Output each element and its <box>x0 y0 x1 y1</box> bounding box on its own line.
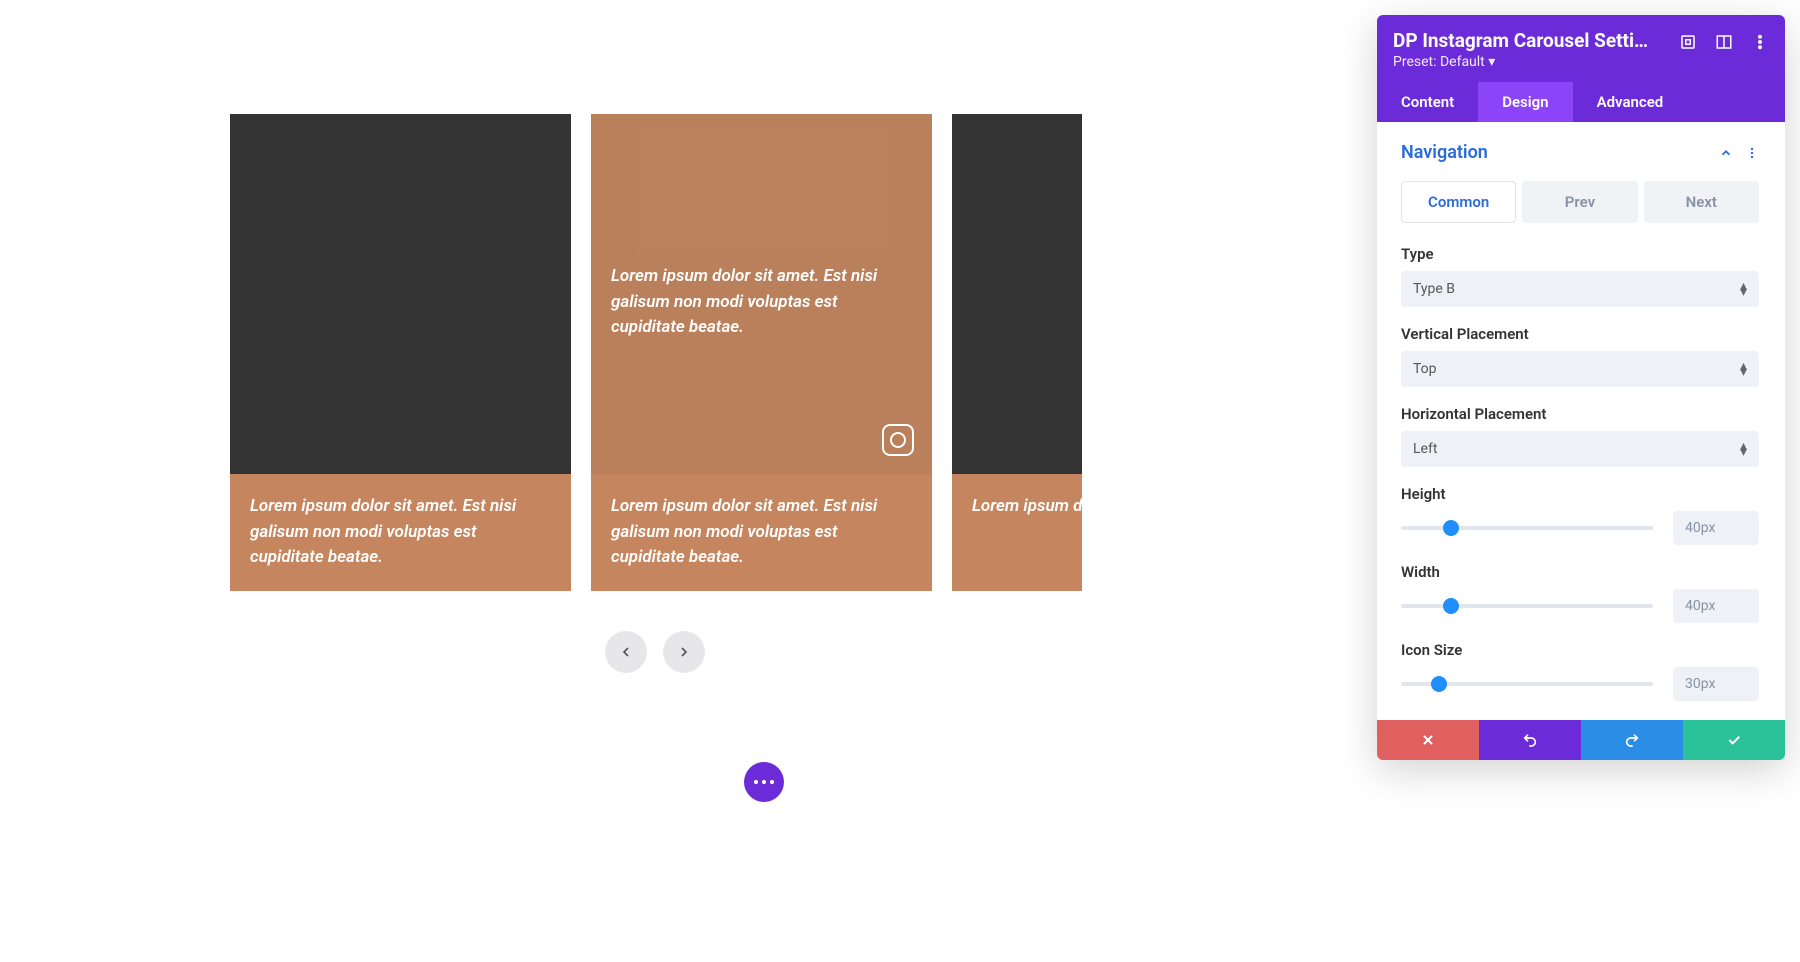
chevron-left-icon <box>618 644 634 660</box>
tab-content[interactable]: Content <box>1377 82 1478 122</box>
undo-button[interactable] <box>1479 720 1581 760</box>
dot-icon <box>762 780 766 784</box>
tab-design[interactable]: Design <box>1478 82 1572 122</box>
carousel-card[interactable]: Lorem ipsum dolor sit amet. Est nisi gal… <box>591 114 932 591</box>
cancel-button[interactable] <box>1377 720 1479 760</box>
select-value: Left <box>1413 441 1437 457</box>
carousel-prev-button[interactable] <box>605 631 647 673</box>
select-value: Top <box>1413 361 1437 377</box>
field-label: Height <box>1401 485 1759 503</box>
field-height: Height 40px <box>1401 485 1759 545</box>
redo-icon <box>1624 732 1640 748</box>
card-image <box>952 114 1082 474</box>
icon-size-slider[interactable] <box>1401 676 1653 692</box>
field-width: Width 40px <box>1401 563 1759 623</box>
height-slider[interactable] <box>1401 520 1653 536</box>
settings-panel: DP Instagram Carousel Setti… Preset: Def… <box>1377 15 1785 760</box>
horizontal-placement-select[interactable]: Left ▴▾ <box>1401 431 1759 467</box>
vertical-placement-select[interactable]: Top ▴▾ <box>1401 351 1759 387</box>
dot-icon <box>770 780 774 784</box>
carousel-next-button[interactable] <box>663 631 705 673</box>
type-select[interactable]: Type B ▴▾ <box>1401 271 1759 307</box>
dot-icon <box>754 780 758 784</box>
close-icon <box>1420 732 1436 748</box>
width-value-input[interactable]: 40px <box>1673 589 1759 623</box>
card-overlay-text: Lorem ipsum dolor sit amet. Est nisi gal… <box>611 264 912 341</box>
panel-scroll[interactable]: Navigation Common Prev Next Type <box>1377 122 1779 720</box>
chevron-up-icon[interactable] <box>1719 146 1733 160</box>
field-horizontal-placement: Horizontal Placement Left ▴▾ <box>1401 405 1759 467</box>
carousel-card[interactable]: Lorem ipsum dolor sit amet. Est nisi gal… <box>230 114 571 591</box>
columns-icon[interactable] <box>1715 33 1733 51</box>
section-navigation-header[interactable]: Navigation <box>1401 142 1759 163</box>
subtab-next[interactable]: Next <box>1644 181 1759 223</box>
card-image: Lorem ipsum dolor sit amet. Est nisi gal… <box>591 114 932 474</box>
kebab-menu-icon[interactable] <box>1745 146 1759 160</box>
expand-icon[interactable] <box>1679 33 1697 51</box>
tab-advanced[interactable]: Advanced <box>1573 82 1688 122</box>
icon-size-value-input[interactable]: 30px <box>1673 667 1759 701</box>
height-value-input[interactable]: 40px <box>1673 511 1759 545</box>
field-label: Type <box>1401 245 1759 263</box>
redo-button[interactable] <box>1581 720 1683 760</box>
check-icon <box>1726 732 1742 748</box>
panel-body: Navigation Common Prev Next Type <box>1377 122 1785 720</box>
section-title: Navigation <box>1401 142 1707 163</box>
field-vertical-placement: Vertical Placement Top ▴▾ <box>1401 325 1759 387</box>
kebab-menu-icon[interactable] <box>1751 33 1769 51</box>
panel-title: DP Instagram Carousel Setti… <box>1393 29 1671 52</box>
navigation-subtabs: Common Prev Next <box>1401 181 1759 223</box>
subtab-prev[interactable]: Prev <box>1522 181 1637 223</box>
slider-knob[interactable] <box>1443 520 1459 536</box>
subtab-common[interactable]: Common <box>1401 181 1516 223</box>
instagram-icon <box>882 424 914 456</box>
field-type: Type Type B ▴▾ <box>1401 245 1759 307</box>
card-caption: Lorem ipsum dolor sit amet. Est nisi gal… <box>230 474 571 591</box>
select-value: Type B <box>1413 281 1455 297</box>
field-label: Icon Size <box>1401 641 1759 659</box>
field-label: Horizontal Placement <box>1401 405 1759 423</box>
updown-icon: ▴▾ <box>1740 443 1747 455</box>
panel-footer <box>1377 720 1785 760</box>
card-caption: Lorem ipsum dolor sit amet. Est nisi gal… <box>591 474 932 591</box>
carousel-nav <box>230 631 1080 673</box>
chevron-right-icon <box>676 644 692 660</box>
preview-canvas: Lorem ipsum dolor sit amet. Est nisi gal… <box>0 0 1800 962</box>
field-label: Vertical Placement <box>1401 325 1759 343</box>
undo-icon <box>1522 732 1538 748</box>
updown-icon: ▴▾ <box>1740 363 1747 375</box>
slider-knob[interactable] <box>1431 676 1447 692</box>
field-icon-size: Icon Size 30px <box>1401 641 1759 701</box>
panel-tabs: Content Design Advanced <box>1377 82 1785 122</box>
slider-knob[interactable] <box>1443 598 1459 614</box>
more-fab-button[interactable] <box>744 762 784 802</box>
field-label: Width <box>1401 563 1759 581</box>
preset-selector[interactable]: Preset: Default ▾ <box>1393 54 1671 70</box>
carousel-cards: Lorem ipsum dolor sit amet. Est nisi gal… <box>230 114 1080 591</box>
carousel-card[interactable]: Lorem ipsum dolor sit amet. Est nisi gal… <box>952 114 1082 591</box>
updown-icon: ▴▾ <box>1740 283 1747 295</box>
instagram-carousel: Lorem ipsum dolor sit amet. Est nisi gal… <box>230 114 1080 673</box>
card-image <box>230 114 571 474</box>
card-caption: Lorem ipsum dolor sit amet. Est nisi gal… <box>952 474 1082 540</box>
width-slider[interactable] <box>1401 598 1653 614</box>
panel-header: DP Instagram Carousel Setti… Preset: Def… <box>1377 15 1785 82</box>
save-button[interactable] <box>1683 720 1785 760</box>
